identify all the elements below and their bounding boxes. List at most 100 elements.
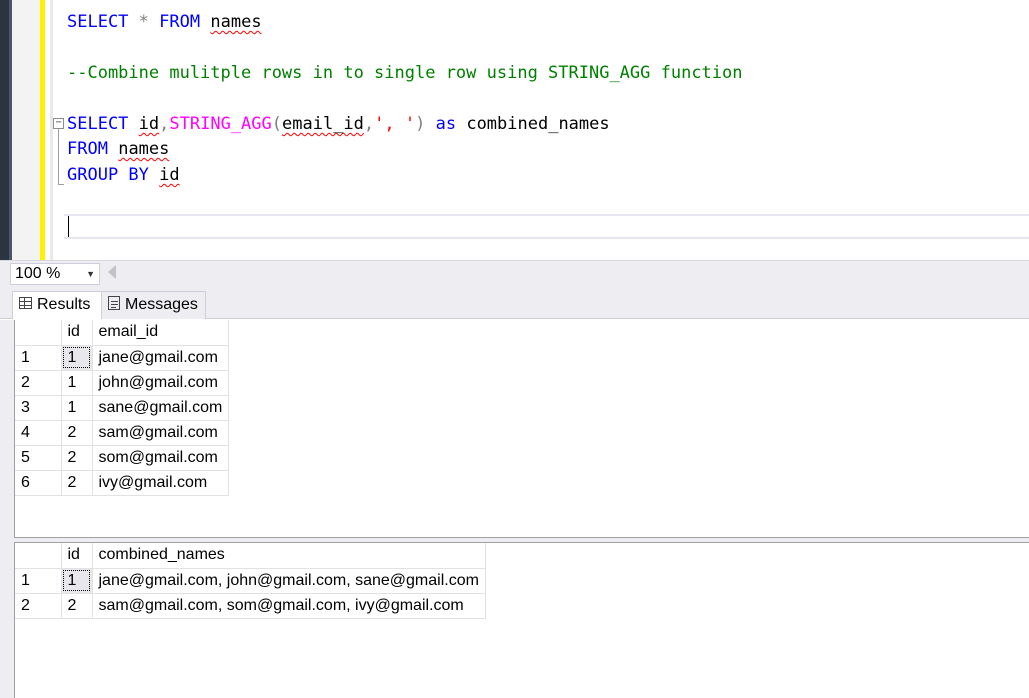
cell-email-id[interactable]: ivy@gmail.com [91, 469, 230, 496]
header-row: id combined_names [15, 543, 486, 569]
cell-email-id[interactable]: som@gmail.com [91, 444, 230, 471]
table-row[interactable]: 4 2 sam@gmail.com [15, 419, 230, 446]
results-tab-bar: Results Messages [0, 287, 1029, 319]
code-token: GROUP BY [67, 165, 149, 185]
tab-results[interactable]: Results [12, 291, 102, 319]
text-caret [68, 216, 69, 237]
code-token: SELECT [67, 114, 129, 134]
horizontal-scrollbar[interactable] [125, 267, 1025, 281]
code-token: , [159, 114, 170, 134]
table-row[interactable]: 6 2 ivy@gmail.com [15, 469, 230, 496]
code-token: * [138, 12, 149, 32]
code-token: as [435, 114, 457, 134]
corner-cell[interactable] [15, 543, 62, 569]
tab-messages[interactable]: Messages [102, 291, 206, 319]
corner-cell[interactable] [15, 320, 62, 346]
row-number[interactable]: 3 [15, 394, 62, 421]
code-token: id [159, 165, 180, 185]
cell-id[interactable]: 2 [60, 469, 93, 496]
current-line-highlight[interactable] [64, 214, 1029, 239]
table-row[interactable]: 1 1 jane@gmail.com [15, 344, 230, 371]
editor-margin [12, 0, 40, 260]
result-table-2: id combined_names 1 1 jane@gmail.com, jo… [15, 543, 486, 619]
tab-results-label: Results [37, 296, 91, 313]
code-line[interactable]: SELECT id,STRING_AGG(email_id,', ') as c… [67, 113, 610, 135]
row-number[interactable]: 2 [15, 369, 62, 396]
header-row: id email_id [15, 320, 230, 346]
code-token: email_id [282, 114, 364, 134]
messages-icon [108, 295, 120, 310]
code-line[interactable]: FROM names [67, 138, 169, 160]
cell-id[interactable]: 2 [60, 592, 93, 619]
cell-email-id[interactable]: sane@gmail.com [91, 394, 230, 421]
outline-margin [50, 0, 53, 260]
table-row[interactable]: 1 1 jane@gmail.com, john@gmail.com, sane… [15, 567, 486, 594]
chevron-down-icon[interactable]: ▼ [86, 264, 95, 284]
cell-email-id[interactable]: jane@gmail.com [91, 344, 230, 371]
tab-messages-label: Messages [125, 296, 198, 313]
cell-email-id[interactable]: john@gmail.com [91, 369, 230, 396]
zoom-dropdown[interactable]: 100 % ▼ [10, 263, 100, 285]
cell-id[interactable]: 1 [60, 394, 93, 421]
column-header-combined-names[interactable]: combined_names [91, 543, 486, 569]
table-row[interactable]: 2 2 sam@gmail.com, som@gmail.com, ivy@gm… [15, 592, 486, 619]
table-row[interactable]: 5 2 som@gmail.com [15, 444, 230, 471]
code-token: ', ' [374, 114, 416, 134]
cell-id[interactable]: 1 [60, 344, 93, 371]
cell-id[interactable]: 2 [60, 444, 93, 471]
column-header-id[interactable]: id [60, 320, 93, 346]
code-token: ( [271, 114, 283, 134]
row-number[interactable]: 2 [15, 592, 62, 619]
cell-combined-names[interactable]: sam@gmail.com, som@gmail.com, ivy@gmail.… [91, 592, 486, 619]
cell-combined-names[interactable]: jane@gmail.com, john@gmail.com, sane@gma… [91, 567, 486, 594]
code-token: names [210, 12, 262, 32]
row-number[interactable]: 1 [15, 567, 62, 594]
zoom-value: 100 % [15, 265, 61, 282]
code-line[interactable]: --Combine mulitple rows in to single row… [67, 62, 743, 84]
cell-id[interactable]: 2 [60, 419, 93, 446]
code-token: STRING_AGG [169, 114, 272, 134]
change-tracking-bar [40, 0, 45, 260]
query-editor[interactable]: SELECT * FROM names --Combine mulitple r… [0, 0, 1029, 260]
code-token: , [363, 114, 375, 134]
row-number[interactable]: 5 [15, 444, 62, 471]
cell-id[interactable]: 1 [60, 567, 93, 594]
code-token: ) [415, 114, 426, 134]
code-line[interactable]: SELECT * FROM names [67, 11, 262, 33]
cell-email-id[interactable]: sam@gmail.com [91, 419, 230, 446]
code-token: SELECT [67, 12, 129, 32]
code-token: --Combine mulitple rows in to single row… [67, 63, 743, 83]
code-token: id [138, 114, 160, 134]
scroll-left-icon[interactable] [108, 265, 116, 279]
row-number[interactable]: 1 [15, 344, 62, 371]
window-left-strip [0, 0, 9, 260]
column-header-id[interactable]: id [60, 543, 93, 569]
outline-guide-end [58, 184, 64, 185]
result-grid-1[interactable]: id email_id 1 1 jane@gmail.com 2 1 john@… [14, 320, 1029, 538]
collapse-icon[interactable]: − [53, 118, 64, 129]
result-grid-2[interactable]: id combined_names 1 1 jane@gmail.com, jo… [14, 542, 1029, 698]
zoom-bar: 100 % ▼ [0, 260, 1029, 287]
result-table-1: id email_id 1 1 jane@gmail.com 2 1 john@… [15, 320, 230, 496]
table-row[interactable]: 2 1 john@gmail.com [15, 369, 230, 396]
table-row[interactable]: 3 1 sane@gmail.com [15, 394, 230, 421]
row-number[interactable]: 4 [15, 419, 62, 446]
row-number[interactable]: 6 [15, 469, 62, 496]
grid-icon [19, 296, 32, 309]
code-token: names [118, 139, 170, 159]
code-line[interactable]: GROUP BY id [67, 164, 180, 186]
results-area: id email_id 1 1 jane@gmail.com 2 1 john@… [0, 320, 1029, 698]
code-token: combined_names [456, 114, 610, 134]
cell-id[interactable]: 1 [60, 369, 93, 396]
code-token: FROM [67, 139, 108, 159]
column-header-email-id[interactable]: email_id [91, 320, 230, 346]
outline-guide [58, 129, 59, 185]
code-token: FROM [159, 12, 201, 32]
